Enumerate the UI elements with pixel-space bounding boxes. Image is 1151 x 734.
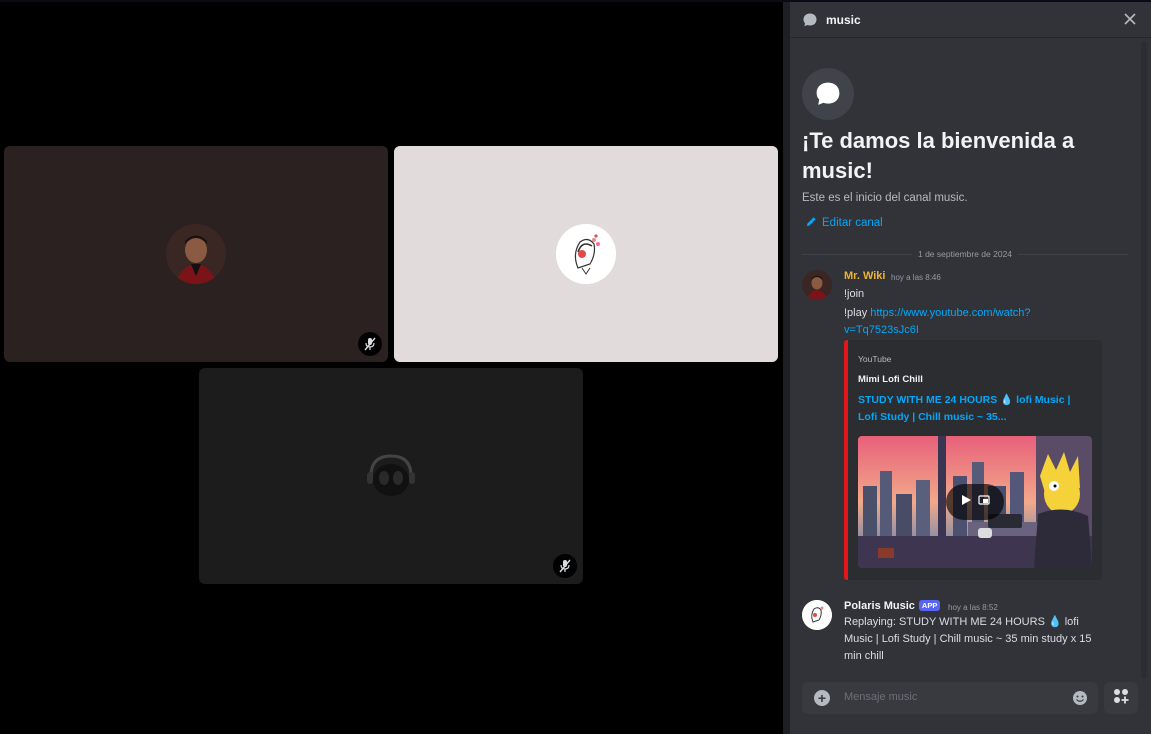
muted-mic-icon (553, 554, 577, 578)
apps-button[interactable] (1104, 682, 1138, 714)
avatar (361, 446, 421, 506)
message-composer: + (802, 682, 1098, 714)
participant-tile-mr-wiki[interactable] (4, 146, 388, 362)
app-root: music ¡Te damos la bienvenida a music! E… (0, 0, 1151, 734)
participant-tile-alien[interactable] (199, 368, 583, 584)
app-badge: APP (918, 600, 941, 611)
message-timestamp: hoy a las 8:46 (891, 273, 941, 282)
embed-title[interactable]: STUDY WITH ME 24 HOURS 💧 lofi Music | Lo… (858, 392, 1090, 426)
message-avatar-mr-wiki[interactable] (802, 270, 832, 300)
muted-mic-icon (358, 332, 382, 356)
apps-icon (1113, 688, 1129, 709)
chat-header: music (790, 2, 1151, 38)
message-text-prefix: !play (844, 307, 871, 319)
panel-divider (783, 2, 790, 734)
date-label: 1 de septiembre de 2024 (917, 249, 1013, 259)
youtube-link[interactable]: https://www.youtube.com/watch? (870, 307, 1030, 319)
participant-tile-polaris-music[interactable] (394, 146, 778, 362)
youtube-link-cont[interactable]: v=Tq7523sJc6I (844, 324, 919, 336)
message-timestamp: hoy a las 8:52 (948, 603, 998, 612)
youtube-embed: YouTube Mimi Lofi Chill STUDY WITH ME 24… (844, 340, 1102, 580)
divider (1018, 253, 1129, 255)
pencil-icon (806, 216, 817, 230)
video-thumbnail[interactable] (858, 436, 1092, 568)
welcome-channel-icon (802, 68, 854, 120)
message-text: !join (844, 288, 865, 300)
message-input[interactable] (844, 691, 1064, 703)
message-author[interactable]: Mr. Wiki (844, 270, 885, 282)
author-name: Polaris Music (844, 600, 915, 612)
emoji-icon[interactable] (1072, 690, 1088, 711)
chat-bubble-icon (802, 12, 818, 33)
embed-provider: YouTube (858, 354, 892, 364)
date-separator: 1 de septiembre de 2024 (802, 248, 1129, 260)
scrollbar[interactable] (1141, 42, 1147, 678)
play-icon (960, 493, 972, 511)
play-button[interactable] (946, 484, 1004, 520)
edit-channel-label: Editar canal (822, 217, 883, 229)
welcome-title: ¡Te damos la bienvenida a music! (802, 128, 1075, 183)
avatar (556, 224, 616, 284)
welcome-subtitle: Este es el inicio del canal music. (802, 192, 968, 204)
edit-channel-link[interactable]: Editar canal (806, 216, 883, 230)
chat-panel: music ¡Te damos la bienvenida a music! E… (790, 2, 1151, 734)
divider (802, 253, 912, 255)
message-author[interactable]: Polaris Music APP (844, 600, 941, 612)
close-icon[interactable] (1123, 12, 1137, 31)
channel-title: music (826, 13, 861, 27)
avatar (166, 224, 226, 284)
embed-author[interactable]: Mimi Lofi Chill (858, 374, 923, 385)
message-text: Replaying: STUDY WITH ME 24 HOURS 💧 lofi… (844, 616, 1092, 662)
message-avatar-polaris[interactable] (802, 600, 832, 630)
open-external-icon (978, 493, 990, 511)
add-attachment-icon[interactable]: + (814, 690, 830, 706)
message-text: !play https://www.youtube.com/watch? v=Tq… (844, 305, 1094, 339)
